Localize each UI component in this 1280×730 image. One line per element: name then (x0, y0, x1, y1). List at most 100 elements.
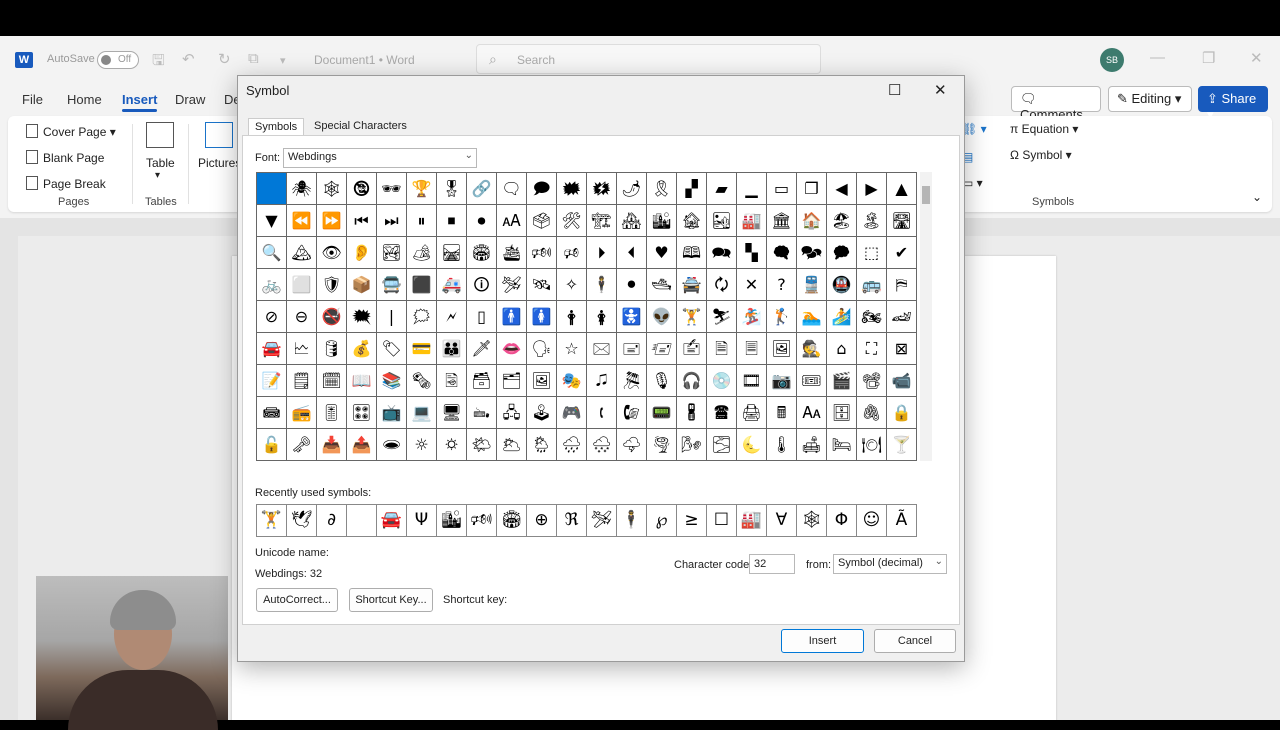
symbol-cell[interactable]: 🗡 (467, 333, 497, 365)
symbol-cell[interactable]: 🚭 (317, 301, 347, 333)
symbol-cell[interactable]: 🖀 (707, 397, 737, 429)
symbol-cell[interactable]: 🍸 (887, 429, 917, 461)
editing-button[interactable]: ✎ Editing ▾ (1108, 86, 1192, 112)
recent-symbol-cell[interactable]: ⊕ (527, 505, 557, 537)
symbol-cell[interactable]: 👂 (347, 237, 377, 269)
symbol-cell[interactable]: 🏋 (677, 301, 707, 333)
font-select[interactable]: Webdings ⌄ (283, 148, 477, 168)
symbol-cell[interactable]: 💳 (407, 333, 437, 365)
symbol-cell[interactable]: ◀ (827, 173, 857, 205)
save-icon[interactable]: 🖫 (152, 50, 165, 75)
symbol-cell[interactable]: 📹 (887, 365, 917, 397)
symbol-cell[interactable]: 🌨 (587, 429, 617, 461)
symbol-cell[interactable]: 🔍 (257, 237, 287, 269)
symbol-cell[interactable]: 🏙 (647, 205, 677, 237)
symbol-cell[interactable]: 🏗 (587, 205, 617, 237)
pictures-button[interactable]: Pictures (198, 156, 241, 170)
symbol-cell[interactable]: ⌂ (827, 333, 857, 365)
symbol-cell[interactable]: 🗛 (797, 397, 827, 429)
symbol-cell[interactable]: 💻 (407, 397, 437, 429)
recent-symbol-cell[interactable]: ∀ (767, 505, 797, 537)
minimize-icon[interactable]: — (1150, 49, 1165, 66)
symbol-cell[interactable]: 🚌 (857, 269, 887, 301)
symbol-cell[interactable]: 🗱 (587, 173, 617, 205)
symbol-cell[interactable]: 🕮 (677, 237, 707, 269)
symbol-cell[interactable]: 🔗 (467, 173, 497, 205)
symbol-cell[interactable]: ⊠ (887, 333, 917, 365)
textbox-icon[interactable]: ▭ ▾ (962, 176, 983, 190)
symbol-cell[interactable]: 🖇 (857, 397, 887, 429)
autosave-toggle[interactable]: Off (97, 51, 139, 69)
symbol-cell[interactable]: 🎚 (317, 397, 347, 429)
equation-button[interactable]: π Equation ▾ (1010, 122, 1078, 136)
symbol-cell[interactable]: 🎬 (827, 365, 857, 397)
symbol-cell[interactable]: ♥ (647, 237, 677, 269)
symbol-cell[interactable]: 🏎 (887, 301, 917, 333)
symbol-cell[interactable]: 🕷 (287, 173, 317, 205)
symbol-cell[interactable]: 🛏 (827, 429, 857, 461)
symbol-cell[interactable]: ⏺ (467, 205, 497, 237)
symbol-cell[interactable]: 🗮 (347, 301, 377, 333)
symbol-cell[interactable]: ▞ (677, 173, 707, 205)
symbol-cell[interactable]: 🏷 (377, 333, 407, 365)
symbol-cell[interactable]: 🚺 (527, 301, 557, 333)
symbol-cell[interactable]: ⬜ (287, 269, 317, 301)
symbol-cell[interactable]: ⏸ (407, 205, 437, 237)
grid-scrollbar[interactable] (920, 172, 932, 461)
symbol-cell[interactable]: 🎜 (587, 365, 617, 397)
symbol-cell[interactable]: ⚫ (617, 269, 647, 301)
cancel-button[interactable]: Cancel (874, 629, 956, 653)
close-icon[interactable]: ✕ (1250, 49, 1263, 67)
symbol-cell[interactable]: 🗝 (287, 429, 317, 461)
copy-format-icon[interactable]: ⧉ (248, 50, 259, 67)
recent-symbol-cell[interactable]: 🛩 (587, 505, 617, 537)
recent-symbol-cell[interactable]: ℘ (647, 505, 677, 537)
recent-symbol-cell[interactable]: ☺ (857, 505, 887, 537)
symbol-cell[interactable]: 🍽 (857, 429, 887, 461)
symbol-cell[interactable]: 👽 (647, 301, 677, 333)
symbol-cell[interactable]: ? (767, 269, 797, 301)
symbol-cell[interactable]: 🗲 (437, 301, 467, 333)
symbol-cell[interactable]: 🗨 (497, 173, 527, 205)
symbol-cell[interactable]: ▰ (707, 173, 737, 205)
symbol-cell[interactable]: 🛠 (557, 205, 587, 237)
symbol-cell[interactable]: 🖼 (767, 333, 797, 365)
symbol-cell[interactable]: 👁 (317, 237, 347, 269)
symbol-cell[interactable]: 🖅 (647, 333, 677, 365)
symbol-cell[interactable]: 🗪 (707, 237, 737, 269)
symbol-cell[interactable]: ⛷ (707, 301, 737, 333)
symbol-cell[interactable]: ❐ (797, 173, 827, 205)
symbol-cell[interactable]: 📥 (317, 429, 347, 461)
symbol-cell[interactable]: ▯ (467, 301, 497, 333)
maximize-icon[interactable]: ☐ (888, 81, 901, 99)
symbol-cell[interactable]: 🕴 (587, 269, 617, 301)
symbol-cell[interactable]: ✔ (887, 237, 917, 269)
symbol-cell[interactable]: 👪 (437, 333, 467, 365)
symbol-cell[interactable]: 🌪 (647, 429, 677, 461)
symbol-cell[interactable]: 🎛 (347, 397, 377, 429)
autocorrect-button[interactable]: AutoCorrect... (256, 588, 338, 612)
symbol-cell[interactable]: 🏛 (767, 205, 797, 237)
symbol-cell[interactable]: 🌣 (437, 429, 467, 461)
symbol-cell[interactable]: 📻 (287, 397, 317, 429)
symbol-cell[interactable]: 🛢 (317, 333, 347, 365)
recent-symbol-cell[interactable]: 🕊 (287, 505, 317, 537)
recent-symbol-cell[interactable]: 🏟 (497, 505, 527, 537)
symbol-cell[interactable]: 🖁 (677, 397, 707, 429)
symbol-cell[interactable]: 🏭 (737, 205, 767, 237)
insert-button[interactable]: Insert (781, 629, 864, 653)
recent-symbol-cell[interactable]: ☐ (707, 505, 737, 537)
symbol-cell[interactable]: 🚹 (497, 301, 527, 333)
symbol-cell[interactable]: ⬛ (407, 269, 437, 301)
symbol-cell[interactable]: 🗂 (497, 365, 527, 397)
symbol-cell[interactable]: ✕ (737, 269, 767, 301)
symbol-cell[interactable] (257, 173, 287, 205)
symbol-cell[interactable]: | (377, 301, 407, 333)
symbol-cell[interactable]: 🛩 (497, 269, 527, 301)
symbol-cell[interactable]: 🌩 (617, 429, 647, 461)
symbol-cell[interactable]: 🗬 (767, 237, 797, 269)
symbol-cell[interactable]: 🕼 (617, 397, 647, 429)
symbol-cell[interactable]: 🏞 (377, 237, 407, 269)
tab-special-characters[interactable]: Special Characters (308, 118, 413, 134)
symbol-cell[interactable]: 📟 (647, 397, 677, 429)
